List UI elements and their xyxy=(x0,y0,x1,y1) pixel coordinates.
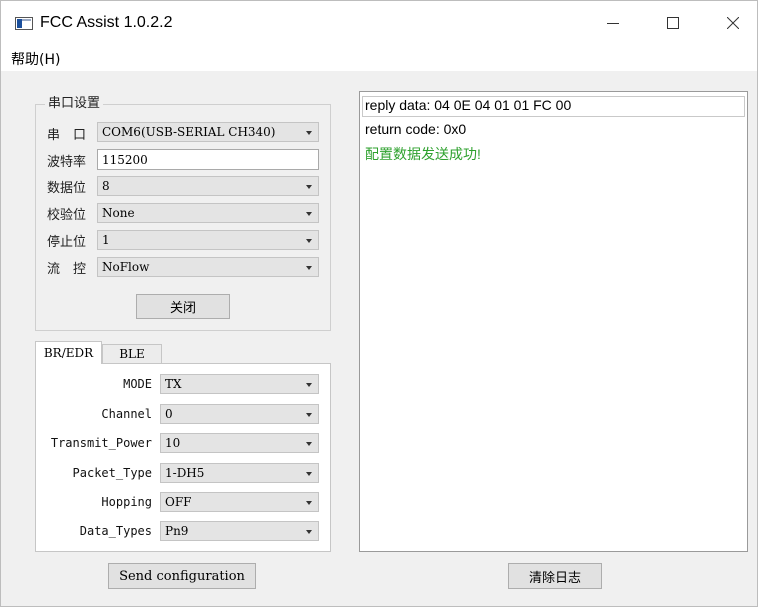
chevron-down-icon xyxy=(306,413,312,417)
packet-type-select[interactable]: 1-DH5 xyxy=(160,463,319,483)
baud-value: 115200 xyxy=(102,153,148,167)
menu-bar: 帮助(H) xyxy=(1,45,757,71)
transmit-power-value: 10 xyxy=(165,436,181,450)
chevron-down-icon xyxy=(306,266,312,270)
hopping-label: Hopping xyxy=(101,495,152,509)
tab-ble[interactable]: BLE xyxy=(102,344,162,363)
stopbits-value: 1 xyxy=(102,233,110,247)
stopbits-select[interactable]: 1 xyxy=(97,230,319,250)
menu-help[interactable]: 帮助(H) xyxy=(11,49,60,69)
chevron-down-icon xyxy=(306,212,312,216)
serial-settings-title: 串口设置 xyxy=(45,92,104,111)
window-title: FCC Assist 1.0.2.2 xyxy=(40,14,173,31)
title-bar[interactable]: FCC Assist 1.0.2.2 xyxy=(1,1,757,45)
send-configuration-button[interactable]: Send configuration xyxy=(108,563,256,589)
maximize-button[interactable] xyxy=(653,7,693,39)
mode-select[interactable]: TX xyxy=(160,374,319,394)
close-button[interactable] xyxy=(713,7,753,39)
databits-value: 8 xyxy=(102,179,110,193)
clear-log-button[interactable]: 清除日志 xyxy=(508,563,602,589)
channel-value: 0 xyxy=(165,407,173,421)
tab-br-edr[interactable]: BR/EDR xyxy=(35,341,102,364)
port-select[interactable]: COM6(USB-SERIAL CH340) xyxy=(97,122,319,142)
log-line: reply data: 04 0E 04 01 01 FC 00 xyxy=(365,97,572,113)
chevron-down-icon xyxy=(306,501,312,505)
close-port-button[interactable]: 关闭 xyxy=(136,294,230,319)
databits-select[interactable]: 8 xyxy=(97,176,319,196)
packet-type-value: 1-DH5 xyxy=(165,466,205,480)
log-line: return code: 0x0 xyxy=(365,121,467,137)
parity-value: None xyxy=(102,206,135,220)
log-output[interactable]: reply data: 04 0E 04 01 01 FC 00 return … xyxy=(359,91,748,552)
chevron-down-icon xyxy=(306,239,312,243)
packet-type-label: Packet_Type xyxy=(72,466,152,480)
channel-select[interactable]: 0 xyxy=(160,404,319,424)
databits-label: 数据位 xyxy=(47,181,87,196)
chevron-down-icon xyxy=(306,472,312,476)
log-line: 配置数据发送成功! xyxy=(365,146,481,162)
minimize-button[interactable] xyxy=(593,7,633,39)
transmit-power-label: Transmit_Power xyxy=(50,436,152,450)
stopbits-label: 停止位 xyxy=(47,235,87,250)
maximize-icon xyxy=(667,17,679,29)
chevron-down-icon xyxy=(306,185,312,189)
hopping-select[interactable]: OFF xyxy=(160,492,319,512)
chevron-down-icon xyxy=(306,383,312,387)
port-label: 串 口 xyxy=(47,128,87,143)
channel-label: Channel xyxy=(101,407,152,421)
close-icon xyxy=(727,17,739,29)
app-window: FCC Assist 1.0.2.2 帮助(H) 串口设置 串 口 COM6(U… xyxy=(0,0,758,607)
minimize-icon xyxy=(607,23,619,24)
data-types-select[interactable]: Pn9 xyxy=(160,521,319,541)
flow-select[interactable]: NoFlow xyxy=(97,257,319,277)
data-types-label: Data_Types xyxy=(79,524,152,538)
mode-value: TX xyxy=(165,377,182,391)
port-value: COM6(USB-SERIAL CH340) xyxy=(102,125,276,139)
transmit-power-select[interactable]: 10 xyxy=(160,433,319,453)
parity-select[interactable]: None xyxy=(97,203,319,223)
mode-label: MODE xyxy=(123,377,152,391)
data-types-value: Pn9 xyxy=(165,524,189,538)
baud-input[interactable]: 115200 xyxy=(97,149,319,170)
chevron-down-icon xyxy=(306,530,312,534)
parity-label: 校验位 xyxy=(47,208,87,223)
chevron-down-icon xyxy=(306,442,312,446)
hopping-value: OFF xyxy=(165,495,192,509)
flow-value: NoFlow xyxy=(102,260,150,274)
flow-label: 流 控 xyxy=(47,262,87,277)
baud-label: 波特率 xyxy=(47,155,87,170)
chevron-down-icon xyxy=(306,131,312,135)
app-window-icon xyxy=(15,17,33,30)
